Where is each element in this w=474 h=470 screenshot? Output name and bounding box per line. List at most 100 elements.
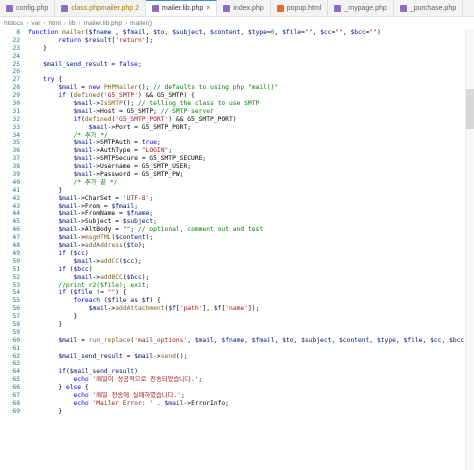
code-line[interactable]: 42 $mail->CharSet = 'UTF-8'; (0, 195, 474, 203)
code-line[interactable]: 47 $mail->msgHTML($content); (0, 234, 474, 242)
code-line[interactable]: 68 echo 'Mailer Error: ' . $mail->ErrorI… (0, 400, 474, 408)
code-line[interactable]: 41 } (0, 187, 474, 195)
code-text: } (28, 321, 474, 329)
code-token: , (187, 336, 195, 344)
code-line[interactable]: 43 $mail->From = $fmail; (0, 203, 474, 211)
code-line[interactable]: 50 $mail->addCC($cc); (0, 258, 474, 266)
code-token: , (369, 336, 377, 344)
line-number: 48 (12, 242, 20, 250)
code-line[interactable]: 37 $mail->SMTPSecure = G5_SMTP_SECURE; (0, 155, 474, 163)
code-token: addAddress (84, 242, 123, 250)
line-number: 37 (12, 155, 20, 163)
code-line[interactable]: 48 $mail->addAddress($to); (0, 242, 474, 250)
code-line[interactable]: 64 if($mail_send_result) (0, 368, 474, 376)
breadcrumb-item[interactable]: mailer() (130, 20, 152, 27)
code-line[interactable]: 69 } (0, 408, 474, 416)
line-number: 58 (12, 320, 20, 328)
code-token: $mail (73, 147, 93, 155)
code-line[interactable]: 57 } (0, 313, 474, 321)
code-line[interactable]: 23 } (0, 45, 474, 53)
code-line[interactable]: 45 $mail->Subject = $subject; (0, 218, 474, 226)
code-line[interactable]: 36 $mail->AuthType = "LOGIN"; (0, 147, 474, 155)
code-token: defined (73, 92, 101, 100)
tab-class-phpmailer-php-2[interactable]: class.phpmailer.php 2 (55, 0, 147, 16)
code-line[interactable]: 25 $mail_send_result = false; (0, 61, 474, 69)
code-line[interactable]: 49 if ($cc) (0, 250, 474, 258)
code-line[interactable]: 53 //print_r2($file); exit; (0, 282, 474, 290)
code-line[interactable]: 65 echo '메일이 성공적으로 전송되었습니다.'; (0, 376, 474, 384)
code-token: != (92, 289, 108, 297)
code-line[interactable]: 55 foreach ($file as $f) { (0, 297, 474, 305)
line-number: 41 (12, 186, 20, 194)
code-token: $bcc (449, 336, 465, 344)
tab-config-php[interactable]: config.php (0, 0, 56, 16)
scrollbar-thumb[interactable] (466, 89, 474, 129)
code-line[interactable]: 31 $mail->Host = G5_SMTP; // SMTP server (0, 108, 474, 116)
code-line[interactable]: 52 $mail->addBCC($bcc); (0, 274, 474, 282)
code-line[interactable]: 66 } else { (0, 384, 474, 392)
tab-index-php[interactable]: index.php (217, 0, 271, 16)
code-line[interactable]: 29 if (defined('G5_SMTP') && G5_SMTP) { (0, 92, 474, 100)
code-token: = (77, 336, 89, 344)
code-token: ; (134, 202, 138, 210)
line-number: 53 (12, 281, 20, 289)
code-line[interactable]: 38 $mail->Username = G5_SMTP_USER; (0, 163, 474, 171)
tab--purchase-php[interactable]: _purchase.php (394, 0, 464, 16)
code-line[interactable]: 67 echo '메일 전송에 실패하였습니다.'; (0, 392, 474, 400)
code-line[interactable]: 33 $mail->Port = G5_SMTP_PORT; (0, 124, 474, 132)
tab-label: class.phpmailer.php 2 (71, 4, 140, 12)
breadcrumb-item[interactable]: mailer.lib.php (84, 20, 122, 27)
code-line[interactable]: 40 /* 추가 끝 */ (0, 179, 474, 187)
code-line[interactable]: 8 function mailer($fname , $fmail, $to, $… (0, 29, 474, 37)
code-token: $mail (73, 155, 93, 163)
code-token: $file (282, 29, 302, 36)
line-number: 68 (12, 399, 20, 407)
code-line[interactable]: 34 /* 추가 */ (0, 132, 474, 140)
code-line[interactable]: 59 (0, 329, 474, 337)
code-editor[interactable]: 8 function mailer($fname , $fmail, $to, $… (0, 29, 474, 470)
code-token: } (28, 313, 78, 321)
code-token: ->Host = G5_SMTP; (92, 107, 161, 115)
tab-popup-html[interactable]: popup.html (271, 0, 329, 16)
code-line[interactable]: 44 $mail->FromName = $fname; (0, 210, 474, 218)
code-token: IsSMTP (100, 100, 123, 108)
code-token: $result (84, 36, 112, 44)
breadcrumb-item[interactable]: lib (69, 20, 76, 27)
vertical-scrollbar[interactable] (465, 29, 474, 470)
code-line[interactable]: 39 $mail->Password = G5_SMTP_PW; (0, 171, 474, 179)
code-line[interactable]: 58 } (0, 321, 474, 329)
code-line[interactable]: 62 $mail_send_result = $mail->send(); (0, 353, 474, 361)
breadcrumb-item[interactable]: var (31, 20, 40, 27)
code-line[interactable]: 51 if ($bcc) (0, 266, 474, 274)
code-line[interactable]: 24 (0, 53, 474, 61)
code-line[interactable]: 26 (0, 68, 474, 76)
code-token: $mail (58, 242, 78, 250)
code-token: $type (376, 336, 396, 344)
code-line[interactable]: 61 (0, 345, 474, 353)
code-line[interactable]: 28 $mail = new PHPMailer(); // defaults … (0, 84, 474, 92)
line-number: 62 (12, 352, 20, 360)
code-line[interactable]: 32 if(defined('G5_SMTP_PORT') && G5_SMTP… (0, 116, 474, 124)
code-line[interactable]: 60 $mail = run_replace('mail_options', $… (0, 337, 474, 345)
close-icon[interactable]: × (206, 5, 210, 12)
code-line[interactable]: 27 try { (0, 76, 474, 84)
breadcrumb-item[interactable]: html (49, 20, 61, 27)
code-token: $mail (88, 123, 108, 131)
code-line[interactable]: 22 return $result['return']; (0, 37, 474, 45)
tab-label: _purchase.php (409, 4, 457, 12)
code-token: $mail (58, 84, 78, 92)
breadcrumb-item[interactable]: htdocs (4, 20, 23, 27)
tab-mailer-lib-php[interactable]: mailer.lib.php × (146, 0, 218, 16)
code-line[interactable]: 46 $mail->AltBody = ""; // optional, com… (0, 226, 474, 234)
code-text: $mail->AltBody = ""; // optional, commen… (28, 226, 474, 234)
code-line[interactable]: 63 (0, 360, 474, 368)
tab--mypage-php[interactable]: _mypage.php (328, 0, 394, 16)
code-line[interactable]: 54 if ($file != "") { (0, 289, 474, 297)
code-line[interactable]: 30 $mail->IsSMTP(); // telling the class… (0, 100, 474, 108)
code-line[interactable]: 35 $mail->SMTPAuth = true; (0, 139, 474, 147)
code-line[interactable]: 56 $mail->addAttachment($f['path'], $f['… (0, 305, 474, 313)
